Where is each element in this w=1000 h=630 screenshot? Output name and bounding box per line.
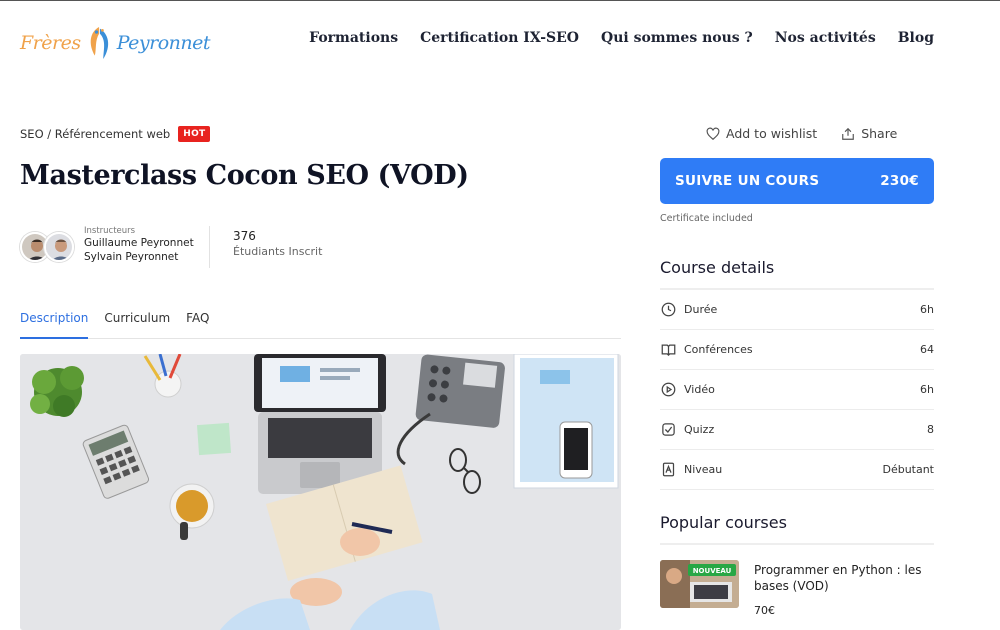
course-details-title: Course details <box>660 258 775 277</box>
detail-value: 64 <box>920 343 934 356</box>
detail-value: 6h <box>920 303 934 316</box>
detail-row-video: Vidéo 6h <box>660 370 934 410</box>
tab-description[interactable]: Description <box>20 311 89 339</box>
course-tabs: Description Curriculum FAQ <box>20 311 621 339</box>
detail-label: Vidéo <box>684 383 715 396</box>
fish-logo-icon <box>90 26 108 60</box>
detail-value: Débutant <box>882 463 934 476</box>
popular-courses-title: Popular courses <box>660 513 787 532</box>
instructors-caption: Instructeurs <box>84 226 136 236</box>
avatar[interactable] <box>44 232 74 262</box>
detail-label: Conférences <box>684 343 753 356</box>
enroll-button[interactable]: SUIVRE UN COURS 230€ <box>660 158 934 204</box>
nav-formations[interactable]: Formations <box>309 30 398 46</box>
divider <box>209 226 210 268</box>
instructor-name[interactable]: Sylvain Peyronnet <box>84 250 194 264</box>
nav-blog[interactable]: Blog <box>898 30 934 46</box>
popular-course-item[interactable]: NOUVEAU Programmer en Python : les bases… <box>660 560 934 630</box>
nav-activities[interactable]: Nos activités <box>775 30 876 46</box>
detail-row-lectures: Conférences 64 <box>660 330 934 370</box>
course-hero-image <box>20 354 621 630</box>
heart-icon <box>706 127 720 140</box>
detail-label: Durée <box>684 303 718 316</box>
logo-text-left: Frères <box>20 32 81 54</box>
detail-row-level: Niveau Débutant <box>660 450 934 490</box>
detail-label: Niveau <box>684 463 723 476</box>
instructor-name[interactable]: Guillaume Peyronnet <box>84 236 194 250</box>
certificate-note: Certificate included <box>660 213 753 224</box>
students-block: 376 Étudiants Inscrit <box>233 229 322 258</box>
course-details-list: Durée 6h Conférences 64 Vidéo 6h Quizz 8… <box>660 288 934 490</box>
check-icon <box>660 422 676 438</box>
detail-label: Quizz <box>684 423 715 436</box>
book-icon <box>660 342 676 358</box>
share-button[interactable]: Share <box>841 126 897 141</box>
breadcrumb: SEO / Référencement web HOT <box>20 126 211 142</box>
nav-about[interactable]: Qui sommes nous ? <box>601 30 753 46</box>
logo-text-right: Peyronnet <box>116 32 211 54</box>
site-logo[interactable]: Frères Peyronnet <box>20 18 211 68</box>
wishlist-label: Add to wishlist <box>726 126 818 141</box>
students-count: 376 <box>233 229 256 243</box>
new-badge: NOUVEAU <box>693 567 732 575</box>
course-actions: Add to wishlist Share <box>706 126 897 141</box>
popular-course-price: 70€ <box>754 604 775 617</box>
nav-certification[interactable]: Certification IX-SEO <box>420 30 579 46</box>
divider <box>660 543 934 545</box>
students-label: Étudiants Inscrit <box>233 245 323 258</box>
breadcrumb-category[interactable]: SEO / Référencement web <box>20 127 170 141</box>
hot-badge: HOT <box>178 126 211 142</box>
course-thumbnail[interactable]: NOUVEAU <box>660 560 739 608</box>
course-title: Masterclass Cocon SEO (VOD) <box>20 160 469 191</box>
main-nav: Formations Certification IX-SEO Qui somm… <box>309 30 934 46</box>
tab-curriculum[interactable]: Curriculum <box>104 311 170 339</box>
detail-value: 6h <box>920 383 934 396</box>
detail-row-duration: Durée 6h <box>660 290 934 330</box>
tab-faq[interactable]: FAQ <box>186 311 209 339</box>
level-icon <box>660 462 676 478</box>
play-icon <box>660 382 676 398</box>
share-label: Share <box>861 126 898 141</box>
share-icon <box>842 127 855 140</box>
instructor-avatars <box>20 232 74 262</box>
course-price: 230€ <box>880 173 919 189</box>
clock-icon <box>660 302 676 318</box>
wishlist-button[interactable]: Add to wishlist <box>706 126 817 141</box>
instructors-block: Instructeurs Guillaume Peyronnet Sylvain… <box>20 226 194 264</box>
detail-row-quiz: Quizz 8 <box>660 410 934 450</box>
popular-course-title[interactable]: Programmer en Python : les bases (VOD) <box>754 562 932 594</box>
enroll-label: SUIVRE UN COURS <box>675 173 820 189</box>
instructor-info: Instructeurs Guillaume Peyronnet Sylvain… <box>84 226 194 264</box>
site-header: Frères Peyronnet Formations Certificatio… <box>0 0 1000 82</box>
detail-value: 8 <box>927 423 934 436</box>
